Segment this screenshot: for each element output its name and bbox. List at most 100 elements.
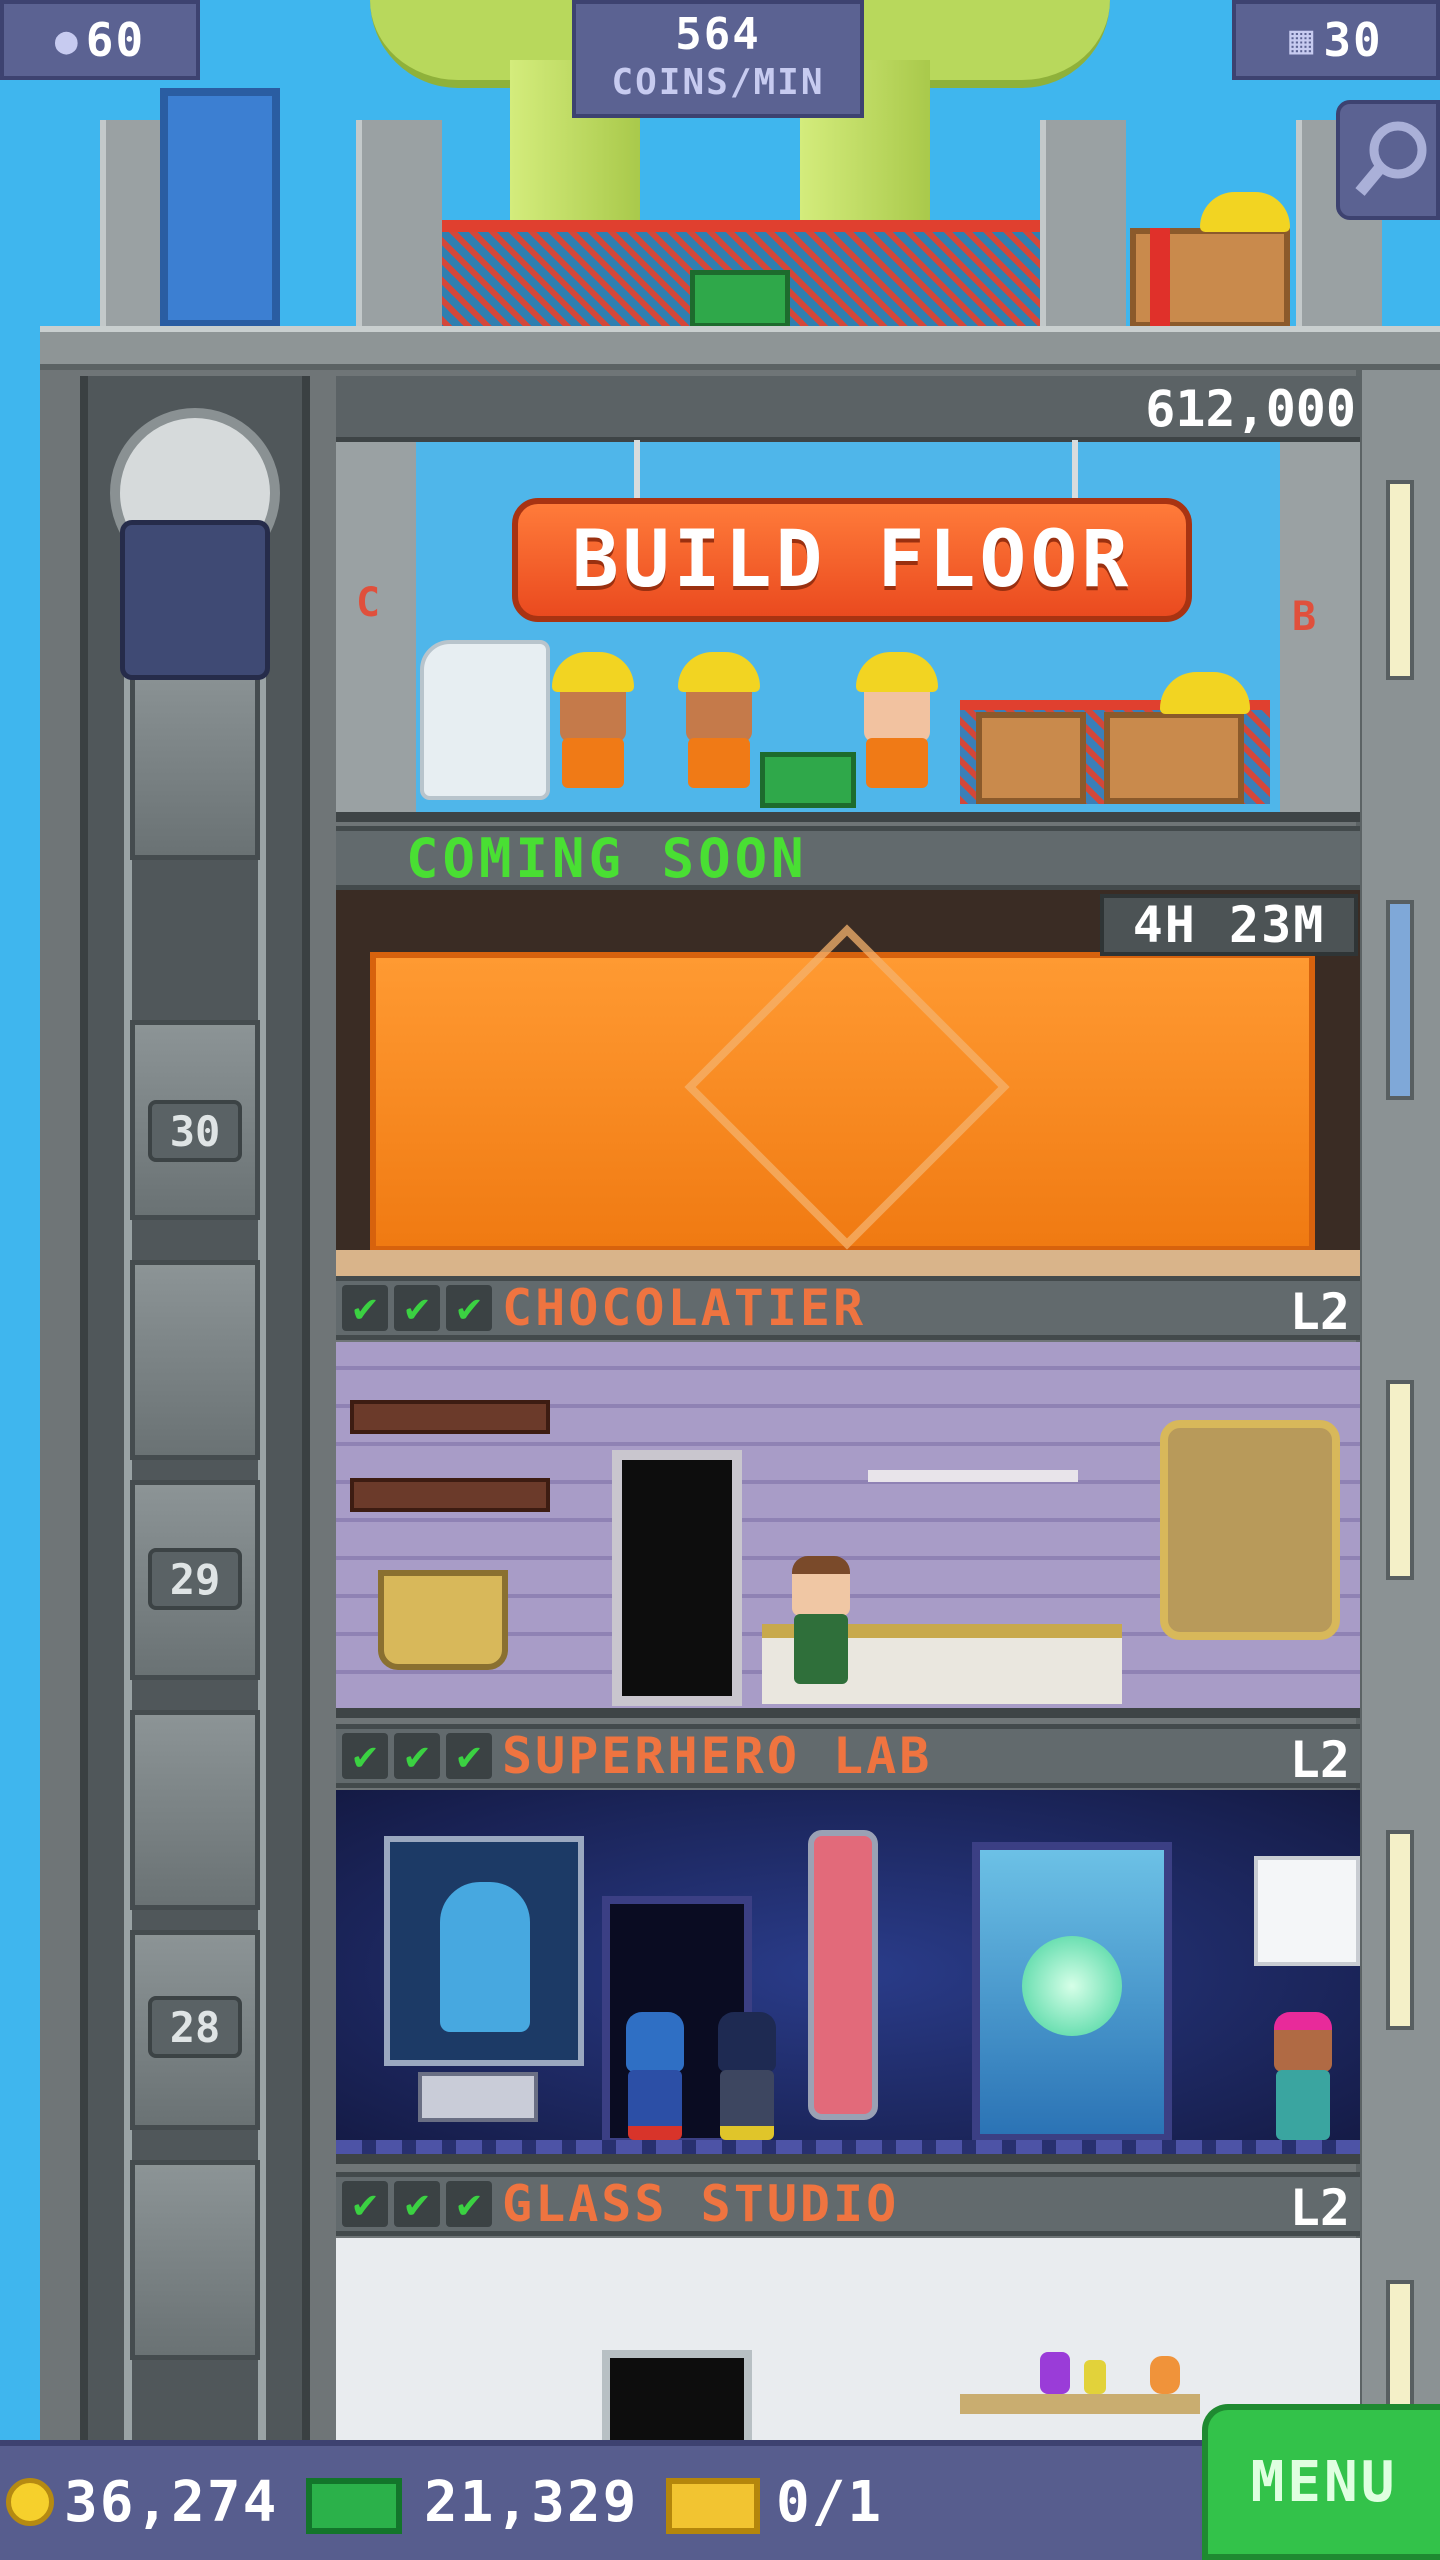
roof-slab	[40, 326, 1440, 370]
bux-icon	[306, 2478, 402, 2534]
check-icon: ✔	[394, 1733, 440, 1779]
floor-sign-right: B	[1292, 594, 1317, 640]
worker-body	[688, 738, 750, 788]
chocolatier-worker[interactable]	[786, 1556, 856, 1686]
supply-crate	[1104, 712, 1244, 804]
magnifier-icon	[1355, 121, 1427, 196]
build-floor-button[interactable]: BUILD FLOOR	[512, 498, 1192, 622]
shaft-panel	[130, 660, 260, 860]
sign-wire	[634, 440, 640, 502]
superhero-bat[interactable]	[712, 2012, 782, 2142]
coins-per-minute-label: COINS/MIN	[611, 62, 825, 103]
coin-icon	[6, 2478, 54, 2526]
build-price: 612,000	[1145, 380, 1356, 438]
glass-shelf	[960, 2394, 1200, 2414]
shaft-panel	[130, 1710, 260, 1910]
worker-body	[562, 738, 624, 788]
glass-vase	[1084, 2360, 1106, 2394]
chocolate-tank	[1160, 1420, 1340, 1640]
check-icon: ✔	[394, 1285, 440, 1331]
check-icon: ✔	[394, 2181, 440, 2227]
worker-body	[866, 738, 928, 788]
floor-label-glass-studio[interactable]: ✔ ✔ ✔ GLASS STUDIO L2	[336, 2172, 1360, 2237]
elevator-floor-number: 29	[148, 1548, 242, 1610]
construction-worker[interactable]	[548, 652, 638, 802]
hero-scanner-screen	[384, 1836, 584, 2066]
floor-divider	[336, 812, 1360, 822]
speech-bubble	[1254, 1856, 1360, 1966]
floor-name: SUPERHERO LAB	[502, 1727, 933, 1785]
floor-divider	[336, 2154, 1360, 2164]
elevator-floor-number: 30	[148, 1100, 242, 1162]
hero-body	[628, 2070, 682, 2140]
shaft-panel	[130, 2160, 260, 2360]
ticket-icon	[666, 2478, 760, 2534]
floor-sign-left: C	[356, 580, 381, 626]
wall-shelf	[868, 1470, 1078, 1482]
hero-silhouette-icon	[440, 1882, 530, 2032]
coins-value[interactable]: 36,274	[64, 2470, 278, 2535]
lab-floor	[336, 2140, 1360, 2154]
lab-scientist[interactable]	[1268, 2012, 1338, 2142]
check-icon: ✔	[342, 2181, 388, 2227]
superhero-captain[interactable]	[620, 2012, 690, 2142]
coins-per-minute-value: 564	[675, 9, 761, 60]
population-counter[interactable]: ● 60	[0, 0, 200, 80]
hardhat-icon	[552, 652, 634, 692]
floor-label-chocolatier[interactable]: ✔ ✔ ✔ CHOCOLATIER L2	[336, 1276, 1360, 1341]
cement-bag	[420, 640, 550, 800]
elevator-floor-number: 28	[148, 1996, 242, 2058]
lab-console	[418, 2072, 538, 2122]
floor-count-value: 30	[1323, 13, 1383, 67]
glass-vase	[1150, 2356, 1180, 2394]
chocolate-bars	[350, 1478, 550, 1512]
hardhat-icon	[678, 652, 760, 692]
roof-pillar	[356, 120, 442, 330]
roof-pillar	[1040, 120, 1126, 330]
glass-vase	[1040, 2352, 1070, 2394]
population-value: 60	[85, 13, 146, 67]
construction-timer: 4H 23M	[1100, 894, 1358, 956]
shaft-panel	[130, 1260, 260, 1460]
floor-counter[interactable]: ▦ 30	[1232, 0, 1440, 80]
coins-per-minute[interactable]: 564 COINS/MIN	[572, 0, 864, 118]
floor-divider	[336, 1708, 1360, 1718]
window	[1386, 1380, 1414, 1580]
check-icon: ✔	[342, 1733, 388, 1779]
check-icon: ✔	[446, 1733, 492, 1779]
floor-name: GLASS STUDIO	[502, 2175, 900, 2233]
hero-head	[626, 2012, 684, 2072]
coming-soon-bar: COMING SOON	[336, 826, 1360, 890]
floor-label-superhero-lab[interactable]: ✔ ✔ ✔ SUPERHERO LAB L2	[336, 1724, 1360, 1789]
floor-level: L2	[1289, 1283, 1350, 1341]
crate-strap	[1150, 228, 1170, 328]
energy-orb	[1022, 1936, 1122, 2036]
elevator-car[interactable]	[120, 520, 270, 680]
chocolatier-door	[612, 1450, 742, 1706]
construction-worker[interactable]	[852, 652, 942, 802]
bux-value[interactable]: 21,329	[424, 2470, 638, 2535]
tickets-value[interactable]: 0/1	[776, 2470, 883, 2535]
building-icon: ▦	[1289, 17, 1316, 63]
hero-head	[718, 2012, 776, 2072]
hero-body	[720, 2070, 774, 2140]
window	[1386, 900, 1414, 1100]
construction-worker[interactable]	[674, 652, 764, 802]
chocolate-bars	[350, 1400, 550, 1434]
chocolate-pot	[378, 1570, 508, 1670]
coming-soon-label: COMING SOON	[406, 826, 808, 890]
check-icon: ✔	[342, 1285, 388, 1331]
floorboard	[336, 1250, 1360, 1276]
worker-head	[792, 1556, 850, 1616]
scientist-body	[1276, 2070, 1330, 2140]
scientist-head	[1274, 2012, 1332, 2072]
check-icon: ✔	[446, 2181, 492, 2227]
check-icon: ✔	[446, 1285, 492, 1331]
menu-button[interactable]: MENU	[1202, 2404, 1440, 2560]
worker-body	[794, 1614, 848, 1684]
search-button[interactable]	[1336, 100, 1440, 220]
window	[1386, 1830, 1414, 2030]
supply-crate	[976, 712, 1086, 804]
toolbox-icon	[760, 752, 856, 808]
sign-wire	[1072, 440, 1078, 502]
